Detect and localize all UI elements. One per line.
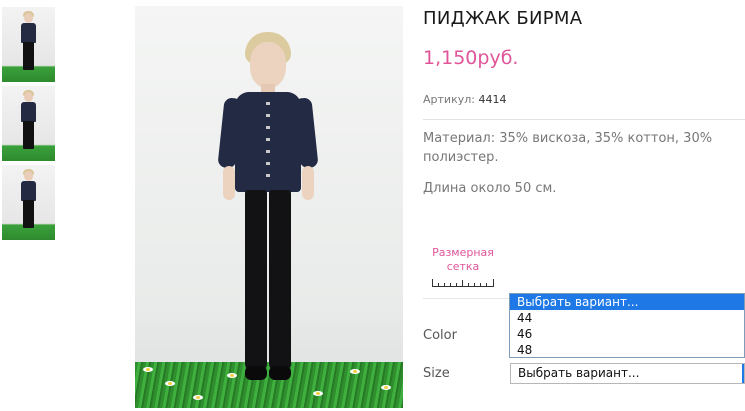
product-thumbnail-1[interactable] bbox=[2, 7, 55, 82]
jacket-buttons bbox=[266, 102, 270, 186]
product-sku: Артикул: 4414 bbox=[423, 93, 506, 106]
daisy-flower bbox=[143, 367, 153, 372]
ruler-icon bbox=[432, 279, 494, 287]
thumbnail-gallery bbox=[2, 7, 56, 244]
product-price: 1,150руб. bbox=[423, 47, 519, 69]
daisy-flower bbox=[313, 391, 323, 396]
color-option-48[interactable]: 48 bbox=[510, 342, 744, 358]
daisy-flower bbox=[227, 373, 237, 378]
thumbnail-head-shape bbox=[24, 171, 33, 181]
model-right-shoe bbox=[269, 366, 291, 380]
thumbnail-legs-shape bbox=[23, 121, 34, 149]
select-focus-edge bbox=[742, 364, 744, 383]
color-option-placeholder[interactable]: Выбрать вариант... bbox=[510, 294, 744, 310]
daisy-flower bbox=[381, 385, 391, 390]
divider bbox=[423, 119, 745, 120]
size-chart-label-line1: Размерная bbox=[432, 246, 494, 259]
size-chart-label-line2: сетка bbox=[446, 260, 480, 273]
model-left-leg bbox=[245, 190, 267, 370]
color-option-46[interactable]: 46 bbox=[510, 326, 744, 342]
size-select[interactable]: Выбрать вариант... bbox=[510, 363, 745, 384]
sku-value: 4414 bbox=[478, 93, 507, 106]
sku-label: Артикул: bbox=[423, 93, 475, 106]
thumbnail-head-shape bbox=[24, 13, 33, 23]
product-thumbnail-3[interactable] bbox=[2, 165, 55, 240]
model-left-hand bbox=[223, 166, 235, 200]
product-length-note: Длина около 50 см. bbox=[423, 181, 557, 196]
main-product-photo[interactable] bbox=[135, 6, 403, 408]
size-option-label: Size bbox=[423, 366, 450, 381]
size-select-value: Выбрать вариант... bbox=[518, 366, 640, 380]
daisy-flower bbox=[350, 369, 360, 374]
thumbnail-jacket-shape bbox=[21, 23, 36, 43]
product-title: ПИДЖАК БИРМА bbox=[423, 8, 583, 29]
color-option-44[interactable]: 44 bbox=[510, 310, 744, 326]
product-description: Материал: 35% вискоза, 35% коттон, 30% п… bbox=[423, 131, 713, 165]
model-head bbox=[250, 42, 286, 88]
daisy-flower bbox=[193, 395, 203, 400]
thumbnail-head-shape bbox=[24, 92, 33, 102]
product-thumbnail-2[interactable] bbox=[2, 86, 55, 161]
model-right-leg bbox=[269, 190, 291, 370]
model-right-hand bbox=[302, 166, 314, 200]
thumbnail-legs-shape bbox=[23, 200, 34, 228]
thumbnail-jacket-shape bbox=[21, 181, 36, 201]
thumbnail-jacket-shape bbox=[21, 102, 36, 122]
color-dropdown-list[interactable]: Выбрать вариант... 44 46 48 bbox=[509, 293, 745, 358]
thumbnail-legs-shape bbox=[23, 42, 34, 70]
model-left-shoe bbox=[245, 366, 267, 380]
size-chart-link[interactable]: Размерная сетка bbox=[428, 246, 498, 287]
color-option-label: Color bbox=[423, 328, 457, 343]
daisy-flower bbox=[165, 381, 175, 386]
